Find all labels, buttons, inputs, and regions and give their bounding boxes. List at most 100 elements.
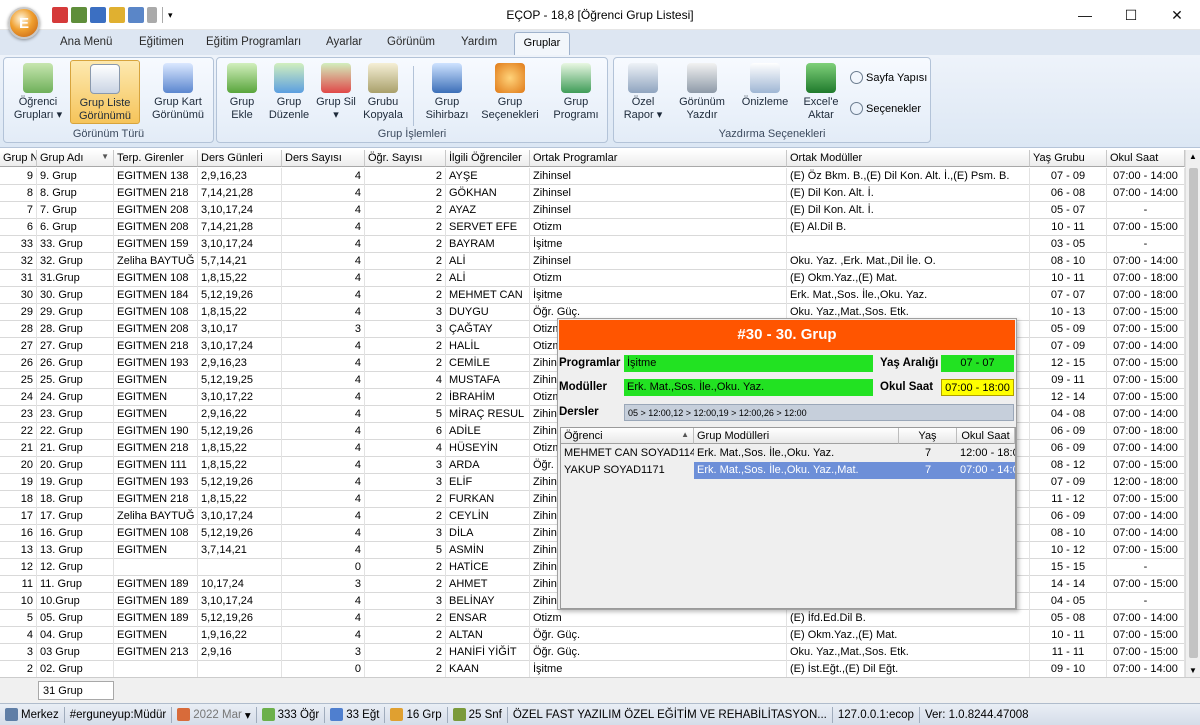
column-header-ilgili-ogrenciler[interactable]: İlgili Öğrenciler xyxy=(446,150,530,167)
tab-egitim-programlari[interactable]: Eğitim Programları xyxy=(206,36,301,48)
cell-ogr-sayisi: 2 xyxy=(365,253,446,270)
cell-grup-adi: 26. Grup xyxy=(37,355,114,372)
column-header-ders-gunleri[interactable]: Ders Günleri xyxy=(198,150,282,167)
cell-grup-no: 27 xyxy=(0,338,37,355)
popup-column-yas[interactable]: Yaş xyxy=(899,428,957,444)
cell-ogr-sayisi: 5 xyxy=(365,406,446,423)
column-header-ders-sayisi[interactable]: Ders Sayısı xyxy=(282,150,365,167)
list-view-button[interactable]: Grup Liste Görünümü xyxy=(70,60,140,124)
copy-group-button[interactable]: Grubu Kopyala xyxy=(359,63,407,122)
students-groups-button[interactable]: Öğrenci Grupları ▾ xyxy=(10,63,66,122)
scroll-up-icon[interactable]: ▲ xyxy=(1189,152,1197,161)
popup-column-grup-modulleri[interactable]: Grup Modülleri xyxy=(694,428,899,444)
cell-ortak-programlar: Otizm xyxy=(530,270,787,287)
column-header-yas-grubu[interactable]: Yaş Grubu xyxy=(1030,150,1107,167)
popup-student-row[interactable]: MEHMET CAN SOYAD1149 Erk. Mat.,Sos. İle.,… xyxy=(561,445,1015,462)
print-view-button[interactable]: Görünüm Yazdır xyxy=(672,63,732,122)
scroll-down-icon[interactable]: ▼ xyxy=(1189,666,1197,675)
table-row[interactable]: 31 31.Grup EGITMEN 108 1,8,15,22 4 2 ALİ Otizm(… xyxy=(0,270,1185,287)
cell-ogr-sayisi: 2 xyxy=(365,168,446,185)
popup-student-row[interactable]: YAKUP SOYAD1171 Erk. Mat.,Sos. İle.,Oku. … xyxy=(561,462,1015,479)
card-view-button[interactable]: Grup Kart Görünümü xyxy=(146,63,210,122)
maximize-button[interactable]: ☐ xyxy=(1108,0,1154,30)
table-row[interactable]: 5 05. Grup EGITMEN 189 5,12,19,26 4 2 ENSAR Oti… xyxy=(0,610,1185,627)
cell-ders-sayisi: 3 xyxy=(282,576,365,593)
page-setup-button[interactable]: Sayfa Yapısı xyxy=(850,71,927,84)
table-row[interactable]: 32 32. Grup Zeliha BAYTUĞ 5,7,14,21 4 2 ALİ Zih… xyxy=(0,253,1185,270)
group-view-type: Öğrenci Grupları ▾ Grup Liste Görünümü G… xyxy=(3,57,214,143)
add-group-button[interactable]: Grup Ekle xyxy=(221,63,263,122)
cell-ilgili-ogrenciler: HATİCE xyxy=(446,559,530,576)
close-button[interactable]: ✕ xyxy=(1154,0,1200,30)
cell-ders-sayisi: 4 xyxy=(282,287,365,304)
column-header-grup-adi[interactable]: Grup Adı ▼ xyxy=(37,150,114,167)
group-wizard-button[interactable]: Grup Sihirbazı xyxy=(421,63,473,122)
cell-ders-gunleri: 3,10,17,24 xyxy=(198,508,282,525)
excel-export-button[interactable]: Excel'e Aktar xyxy=(798,63,844,122)
table-row[interactable]: 3 03 Grup EGITMEN 213 2,9,16 3 2 HANİFİ YİĞİT Ö… xyxy=(0,644,1185,661)
cell-grup-adi: 16. Grup xyxy=(37,525,114,542)
cell-ders-gunleri: 1,9,16,22 xyxy=(198,627,282,644)
cell-ders-gunleri: 3,10,17,24 xyxy=(198,236,282,253)
preview-button[interactable]: Önizleme xyxy=(736,63,794,109)
column-header-ortak-programlar[interactable]: Ortak Programlar xyxy=(530,150,787,167)
settings-button[interactable]: Seçenekler xyxy=(850,102,921,115)
cell-grup-adi: 29. Grup xyxy=(37,304,114,321)
vertical-scrollbar[interactable]: ▲ ▼ xyxy=(1185,150,1200,677)
tab-ayarlar[interactable]: Ayarlar xyxy=(326,36,362,48)
cell-ders-sayisi: 3 xyxy=(282,644,365,661)
column-header-okul-saat[interactable]: Okul Saat xyxy=(1107,150,1185,167)
cell-ders-gunleri: 7,14,21,28 xyxy=(198,185,282,202)
tab-ana-menu[interactable]: Ana Menü xyxy=(60,36,112,48)
cell-grup-adi: 6. Grup xyxy=(37,219,114,236)
column-header-terp-girenler[interactable]: Terp. Girenler xyxy=(114,150,198,167)
table-row[interactable]: 2 02. Grup 0 2 KAAN İşitme (E) İst.Eğt.,(E) Di… xyxy=(0,661,1185,677)
table-row[interactable]: 6 6. Grup EGITMEN 208 7,14,21,28 4 2 SERVET EF… xyxy=(0,219,1185,236)
cell-yas-grubu: 12 - 15 xyxy=(1030,355,1107,372)
cell-yas-grubu: 14 - 14 xyxy=(1030,576,1107,593)
edit-group-button[interactable]: Grup Düzenle xyxy=(265,63,313,122)
minimize-button[interactable]: — xyxy=(1062,0,1108,30)
cell-ders-sayisi: 4 xyxy=(282,406,365,423)
cell-okul-saat: 07:00 - 15:00 xyxy=(1107,576,1185,593)
cell-ilgili-ogrenciler: AYŞE xyxy=(446,168,530,185)
app-menu-button[interactable]: E xyxy=(8,7,40,39)
cell-ogr-sayisi: 2 xyxy=(365,508,446,525)
table-row[interactable]: 4 04. Grup EGITMEN 1,9,16,22 4 2 ALTAN Öğr. Güç… xyxy=(0,627,1185,644)
table-row[interactable]: 7 7. Grup EGITMEN 208 3,10,17,24 4 2 AYAZ Zihin… xyxy=(0,202,1185,219)
cell-ogr-sayisi: 2 xyxy=(365,338,446,355)
cell-ortak-programlar: İşitme xyxy=(530,661,787,677)
cell-ogr-sayisi: 3 xyxy=(365,525,446,542)
column-header-grup-no[interactable]: Grup No xyxy=(0,150,37,167)
table-row[interactable]: 8 8. Grup EGITMEN 218 7,14,21,28 4 2 GÖKHAN Zih… xyxy=(0,185,1185,202)
popup-column-ogrenci[interactable]: Öğrenci ▲ xyxy=(561,428,694,444)
cell-ders-sayisi: 4 xyxy=(282,355,365,372)
special-report-button[interactable]: Özel Rapor ▾ xyxy=(620,63,666,122)
column-header-ogr-sayisi[interactable]: Öğr. Sayısı xyxy=(365,150,446,167)
table-row[interactable]: 9 9. Grup EGITMEN 138 2,9,16,23 4 2 AYŞE Zihins… xyxy=(0,168,1185,185)
column-header-ortak-moduller[interactable]: Ortak Modüller xyxy=(787,150,1030,167)
table-row[interactable]: 30 30. Grup EGITMEN 184 5,12,19,26 4 2 MEHMET … xyxy=(0,287,1185,304)
scroll-thumb[interactable] xyxy=(1189,168,1198,658)
cell-grup-no: 22 xyxy=(0,423,37,440)
table-row[interactable]: 33 33. Grup EGITMEN 159 3,10,17,24 4 2 BAYRAM İ… xyxy=(0,236,1185,253)
group-program-button[interactable]: Grup Programı xyxy=(547,63,605,122)
cell-okul-saat: - xyxy=(1107,559,1185,576)
tab-gruplar[interactable]: Gruplar xyxy=(514,32,570,56)
cell-grup-adi: 19. Grup xyxy=(37,474,114,491)
popup-column-okul-saat[interactable]: Okul Saat xyxy=(957,428,1015,444)
tab-gorunum[interactable]: Görünüm xyxy=(387,36,435,48)
tab-yardim[interactable]: Yardım xyxy=(461,36,497,48)
popup-student-grid[interactable]: Öğrenci ▲ Grup Modülleri Yaş Okul Saat MEHMET… xyxy=(560,427,1016,609)
tab-egitimen[interactable]: Eğitimen xyxy=(139,36,184,48)
programs-value: İşitme xyxy=(624,355,873,372)
wizard-icon xyxy=(432,63,462,93)
delete-group-button[interactable]: Grup Sil ▾ xyxy=(315,63,357,122)
cell-ogr-sayisi: 2 xyxy=(365,185,446,202)
group-options-button[interactable]: Grup Seçenekleri xyxy=(475,63,545,122)
cell-ogr-sayisi: 2 xyxy=(365,559,446,576)
cell-grup-no: 24 xyxy=(0,389,37,406)
cell-ders-sayisi: 4 xyxy=(282,253,365,270)
chevron-down-icon: ▾ xyxy=(244,709,251,722)
status-date[interactable]: 2022 Mar ▾ xyxy=(172,706,257,723)
